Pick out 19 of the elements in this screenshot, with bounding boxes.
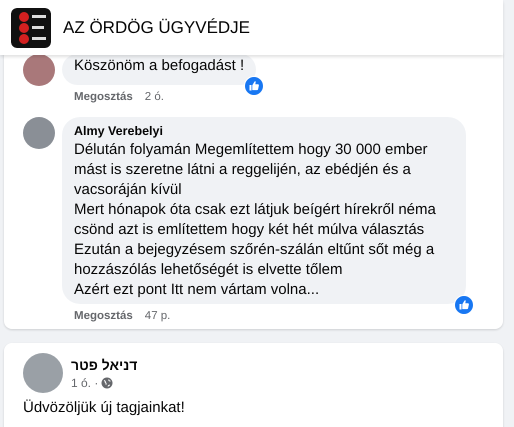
comment-text: Mert hónapok óta csak ezt látjuk beígért hírekről néma csönd azt is említettem hogy két hét múlva választás	[74, 200, 437, 240]
group-name[interactable]: AZ ÖRDÖG ÜGYVÉDJE	[63, 18, 250, 38]
avatar[interactable]	[23, 353, 63, 393]
post-text: Üdvözöljük új tagjainkat!	[23, 399, 186, 416]
comment-time[interactable]: 47 p.	[144, 310, 170, 326]
globe-icon	[101, 376, 114, 388]
avatar[interactable]	[23, 117, 55, 149]
group-logo-icon	[11, 8, 51, 48]
comment-text: Délután folyamán Megemlítettem hogy 30 000 ember mást is szeretne látni a reggelijén, az ebédjén és a vacsoráján kívül	[74, 140, 429, 200]
avatar[interactable]	[23, 54, 55, 86]
post-author[interactable]: דניאל פטר	[71, 356, 138, 372]
comment-text: Köszönöm a befogadást !	[74, 56, 244, 76]
comment-text: Ezután a bejegyzésem szőrén-szálán eltűnt sőt még a hozzászólás lehetőségét is elvette tőlem	[74, 240, 436, 280]
share-link[interactable]: Megosztás	[74, 91, 133, 107]
comment-text: Azért ezt pont Itt nem vártam volna...	[74, 280, 320, 300]
post-time[interactable]: 1 ó. ·	[71, 376, 98, 390]
share-link[interactable]: Megosztás	[74, 310, 133, 326]
comment-author[interactable]: Almy Verebelyi	[74, 124, 454, 138]
comment-time[interactable]: 2 ó.	[144, 91, 164, 107]
